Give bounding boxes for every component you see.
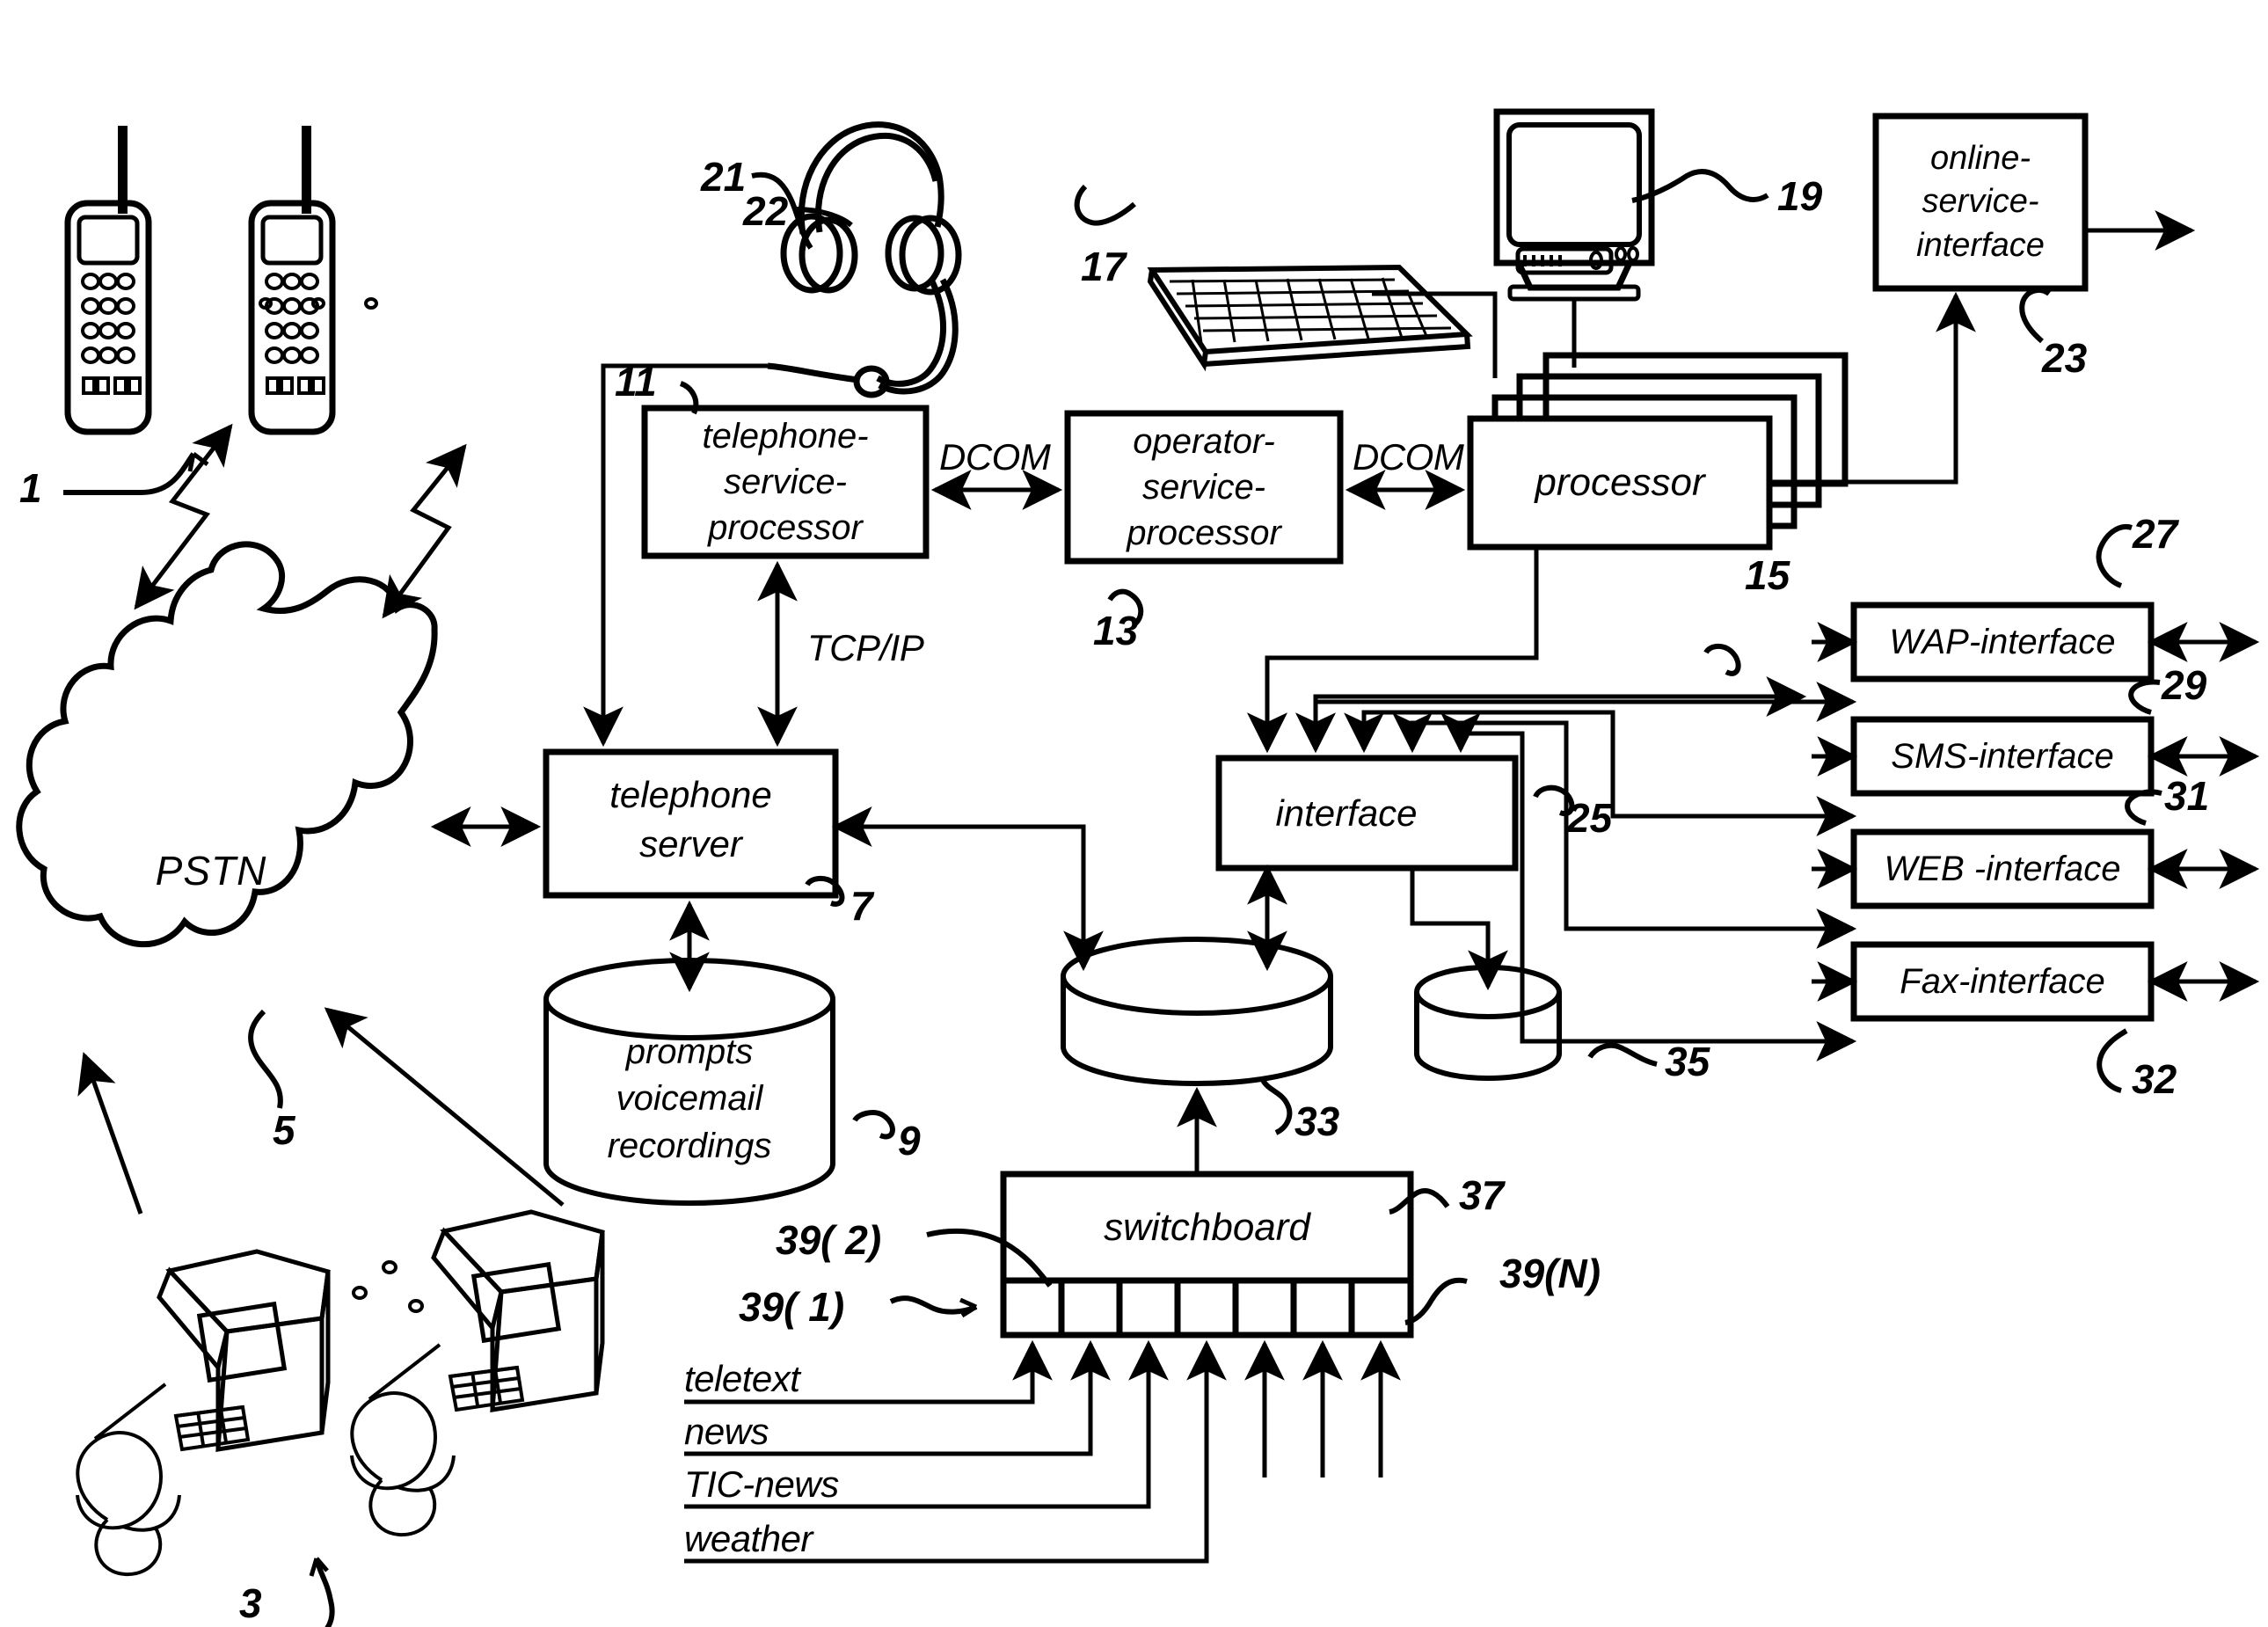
reference-numeral-25: 25: [1567, 795, 1613, 841]
reference-numeral-39-1: 39( 1): [739, 1284, 845, 1330]
reference-numeral-22: 22: [743, 188, 789, 234]
reference-numeral-7: 7: [850, 883, 873, 929]
handset-cord-right: [350, 1343, 456, 1537]
reference-numeral-13: 13: [1093, 608, 1139, 653]
dcom-label-left: DCOM: [939, 436, 1051, 478]
reference-numeral-39-2: 39( 2): [776, 1217, 882, 1263]
prompts-voicemail-cylinder: [543, 958, 835, 1207]
reference-numeral-15: 15: [1745, 552, 1790, 598]
dcom-label-right: DCOM: [1353, 436, 1464, 478]
reference-numeral-11: 11: [615, 359, 657, 405]
landline-phone-left: [76, 1249, 331, 1577]
reference-numeral-5: 5: [273, 1107, 295, 1153]
pstn-cloud: [16, 541, 438, 947]
reference-numeral-21: 21: [701, 154, 747, 200]
headset: [767, 121, 962, 398]
patent-figure-canvas: telephone- service- processor operator- …: [0, 0, 2268, 1627]
reference-numeral-29: 29: [2162, 662, 2207, 708]
reference-numeral-9: 9: [898, 1118, 921, 1164]
interface-to-right-interfaces: [1316, 682, 1857, 1062]
reference-numeral-3: 3: [239, 1580, 262, 1626]
telephone-service-processor-box: [641, 405, 930, 559]
reference-numeral-31: 31: [2164, 773, 2210, 819]
reference-numeral-33: 33: [1294, 1098, 1340, 1144]
reference-numeral-39-N: 39(N): [1499, 1251, 1601, 1296]
switchboard-box: [1000, 1171, 1414, 1339]
figure-linework: [16, 108, 2260, 1627]
feed-label-tic-news: TIC-news: [684, 1463, 839, 1505]
processor-stack: [1467, 352, 1849, 551]
reference-numeral-23: 23: [2042, 335, 2088, 381]
operator-service-processor-box: [1064, 410, 1344, 565]
keyboard: [1147, 264, 1498, 372]
interface-box: [1215, 755, 1519, 872]
mobile-phone-right: [248, 126, 336, 435]
radio-link-left: [134, 423, 233, 610]
right-interface-boxes: [1850, 602, 2155, 1022]
mobile-phone-left: [64, 126, 152, 435]
ellipsis-dots-bottom: [352, 1260, 424, 1313]
reference-numeral-35: 35: [1665, 1039, 1710, 1084]
content-database-cylinder: [1061, 937, 1333, 1087]
peripheral-connection-lines: [1492, 294, 1577, 378]
feed-label-weather: weather: [684, 1518, 813, 1559]
reference-numeral-19: 19: [1777, 173, 1823, 219]
processor-to-online-service: [1769, 291, 1976, 485]
telephone-server-box: [543, 748, 839, 899]
landline-link-left: [77, 1052, 143, 1215]
tcpip-label: TCP/IP: [807, 627, 924, 668]
reference-numeral-1: 1: [19, 465, 42, 511]
radio-link-right: [382, 443, 467, 619]
reference-numeral-27: 27: [2133, 511, 2178, 557]
handset-cord-left: [76, 1383, 181, 1577]
online-service-interface-box: [1872, 113, 2089, 292]
reference-numeral-17: 17: [1081, 244, 1127, 289]
feed-label-news: news: [684, 1411, 769, 1452]
reference-numeral-37: 37: [1459, 1172, 1505, 1218]
feed-label-teletext: teletext: [684, 1358, 800, 1399]
reference-numeral-32: 32: [2132, 1056, 2177, 1102]
landline-link-right: [324, 1007, 565, 1207]
